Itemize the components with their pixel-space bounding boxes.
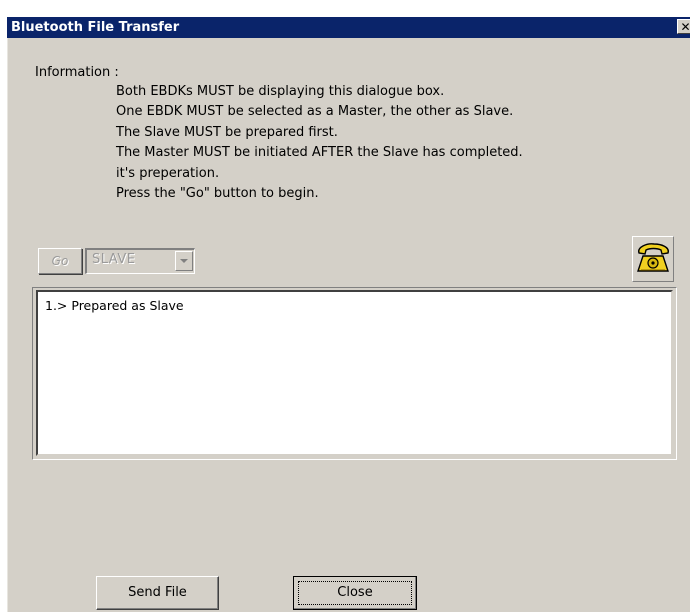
close-window-button[interactable]: ✕ <box>677 19 690 34</box>
window-title: Bluetooth File Transfer <box>11 20 180 35</box>
go-button[interactable]: Go <box>38 248 82 274</box>
connect-phone-button[interactable] <box>632 236 674 282</box>
info-line: The Master MUST be initiated AFTER the S… <box>116 145 523 161</box>
close-icon: ✕ <box>680 20 690 34</box>
send-file-button[interactable]: Send File <box>96 576 219 610</box>
info-line: The Slave MUST be prepared first. <box>116 124 338 140</box>
telephone-icon <box>637 243 669 272</box>
info-line: Press the "Go" button to begin. <box>116 186 319 202</box>
log-line: 1.> Prepared as Slave <box>45 298 184 313</box>
info-line: Both EBDKs MUST be displaying this dialo… <box>116 84 445 99</box>
title-bar: Bluetooth File Transfer ✕ <box>7 17 690 38</box>
info-line: One EBDK MUST be selected as a Master, t… <box>116 104 514 120</box>
close-button[interactable]: Close <box>293 576 417 610</box>
info-text: Both EBDKs MUST be displaying this dialo… <box>116 82 523 204</box>
chevron-down-icon[interactable] <box>175 251 193 271</box>
info-line: it's preperation. <box>116 165 220 181</box>
status-log[interactable]: 1.> Prepared as Slave <box>36 290 673 456</box>
mode-select-value: SLAVE <box>92 252 136 267</box>
mode-select[interactable]: SLAVE <box>85 248 195 274</box>
close-button-label: Close <box>337 585 373 600</box>
info-heading: Information : <box>35 65 119 80</box>
